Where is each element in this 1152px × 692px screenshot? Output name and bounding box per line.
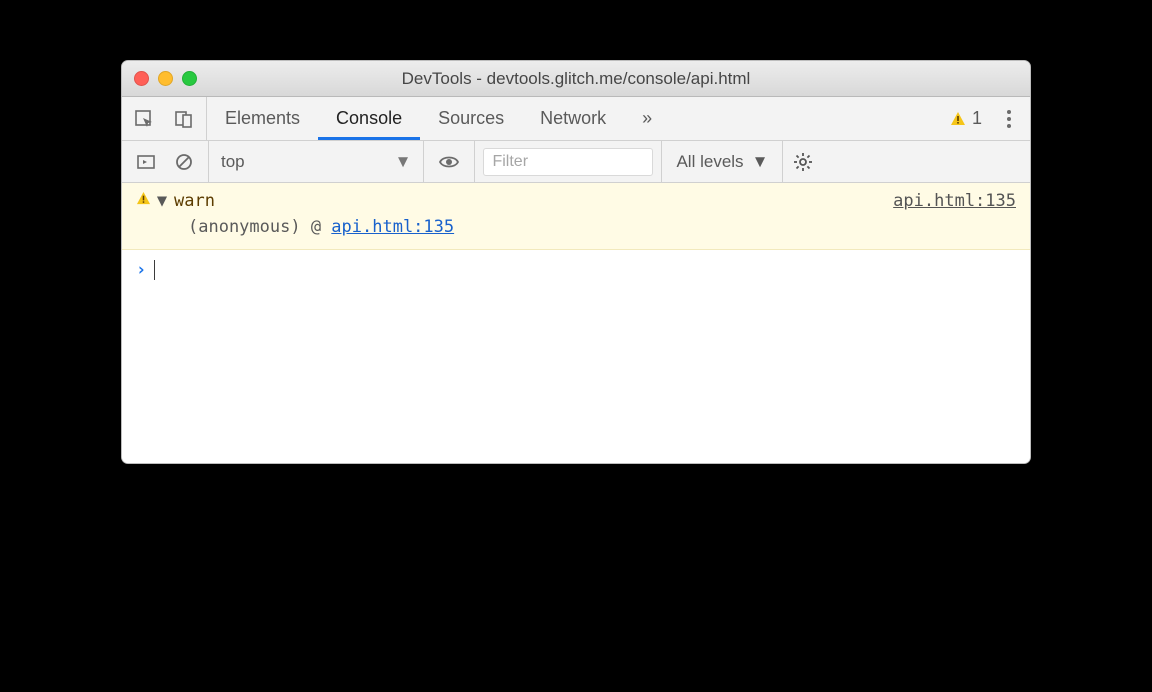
context-label: top	[221, 152, 245, 172]
text-caret	[154, 260, 155, 280]
window-controls	[122, 71, 197, 86]
titlebar: DevTools - devtools.glitch.me/console/ap…	[122, 61, 1030, 97]
kebab-dot-icon	[1007, 110, 1011, 114]
toolbar-leading-group	[122, 141, 209, 182]
minimize-window-button[interactable]	[158, 71, 173, 86]
more-tabs-button[interactable]: »	[624, 97, 670, 140]
stack-frame-link[interactable]: api.html:135	[331, 217, 454, 237]
console-settings-button[interactable]	[783, 141, 823, 182]
show-console-sidebar-icon[interactable]	[132, 148, 160, 176]
issues-warning-badge[interactable]: 1	[950, 108, 982, 129]
panel-tabs: Elements Console Sources Network »	[207, 97, 670, 140]
chevron-down-icon: ▼	[752, 152, 769, 172]
filter-input[interactable]	[483, 148, 653, 176]
chevron-double-right-icon: »	[642, 108, 652, 129]
console-toolbar: top ▼ All levels ▼	[122, 141, 1030, 183]
warning-count: 1	[972, 108, 982, 129]
devtools-window: DevTools - devtools.glitch.me/console/ap…	[121, 60, 1031, 464]
tab-network[interactable]: Network	[522, 97, 624, 140]
zoom-window-button[interactable]	[182, 71, 197, 86]
console-prompt[interactable]: ›	[122, 250, 1030, 290]
kebab-dot-icon	[1007, 124, 1011, 128]
execution-context-selector[interactable]: top ▼	[209, 141, 424, 182]
stack-trace-row: (anonymous) @ api.html:135	[136, 211, 1016, 237]
tabbar-leading	[122, 97, 207, 140]
levels-label: All levels	[676, 152, 743, 172]
stack-frame-label: (anonymous) @	[188, 217, 331, 237]
warning-triangle-icon	[136, 191, 154, 206]
disclosure-triangle-icon[interactable]: ▼	[154, 191, 170, 211]
tab-elements[interactable]: Elements	[207, 97, 318, 140]
tabbar-trailing: 1	[950, 97, 1030, 140]
log-levels-selector[interactable]: All levels ▼	[662, 141, 783, 182]
clear-console-icon[interactable]	[170, 148, 198, 176]
main-tabbar: Elements Console Sources Network » 1	[122, 97, 1030, 141]
tab-console[interactable]: Console	[318, 97, 420, 140]
gear-icon	[793, 152, 813, 172]
tab-sources[interactable]: Sources	[420, 97, 522, 140]
filter-group	[475, 141, 662, 182]
console-warning-message: ▼ warn api.html:135 (anonymous) @ api.ht…	[122, 183, 1030, 250]
inspect-element-icon[interactable]	[130, 105, 158, 133]
close-window-button[interactable]	[134, 71, 149, 86]
chevron-down-icon: ▼	[395, 152, 412, 172]
message-source-link[interactable]: api.html:135	[893, 191, 1016, 211]
device-toolbar-icon[interactable]	[170, 105, 198, 133]
chevron-right-icon: ›	[136, 260, 146, 280]
window-title: DevTools - devtools.glitch.me/console/ap…	[122, 69, 1030, 89]
kebab-dot-icon	[1007, 117, 1011, 121]
console-messages: ▼ warn api.html:135 (anonymous) @ api.ht…	[122, 183, 1030, 463]
message-text: warn	[170, 191, 215, 211]
more-options-button[interactable]	[996, 106, 1022, 132]
live-expression-button[interactable]	[424, 141, 475, 182]
eye-icon	[438, 151, 460, 173]
warning-triangle-icon	[950, 111, 966, 127]
message-header-row: ▼ warn api.html:135	[136, 191, 1016, 211]
